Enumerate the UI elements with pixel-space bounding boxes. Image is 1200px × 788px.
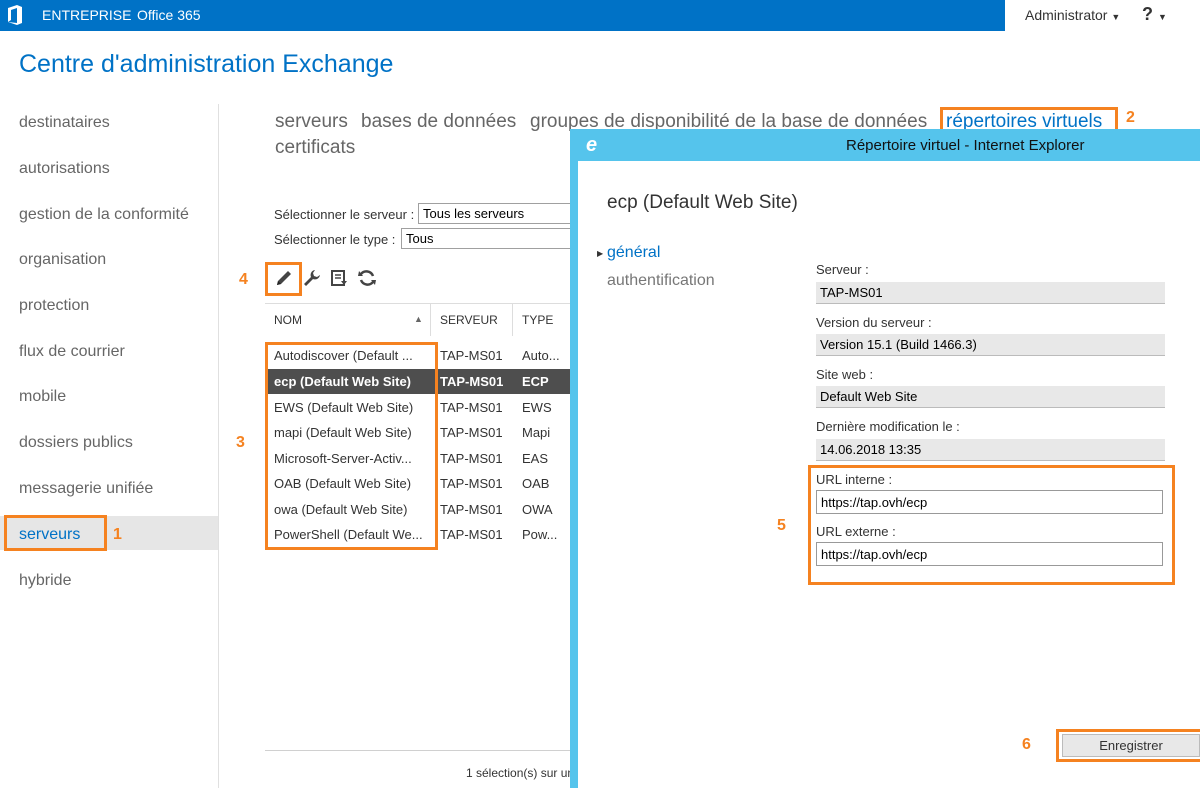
grid-header-top-border [265, 303, 570, 304]
annotation-number-4: 4 [239, 271, 248, 288]
annotation-number-1: 1 [113, 526, 122, 543]
annotation-number-3: 3 [236, 434, 245, 451]
website-label: Site web : [816, 367, 874, 382]
office365-link[interactable]: Office 365 [137, 7, 201, 23]
type-filter-select[interactable]: Tous [401, 228, 573, 249]
modified-label: Dernière modification le : [816, 419, 960, 434]
cell-type: Pow... [522, 527, 558, 542]
highlight-box-edit [265, 262, 302, 296]
help-menu[interactable]: ? ▼ [1142, 4, 1167, 25]
column-header-nom-label: NOM [274, 313, 302, 327]
dialog-nav-general[interactable]: général [607, 244, 660, 262]
tab-bases-de-donnees[interactable]: bases de données [361, 111, 516, 133]
status-divider [265, 750, 570, 751]
nav-item-hybride[interactable]: hybride [19, 572, 71, 590]
cell-server: TAP-MS01 [440, 476, 503, 491]
wrench-icon[interactable] [302, 268, 322, 288]
tab-serveurs[interactable]: serveurs [275, 111, 348, 133]
cell-type: EAS [522, 451, 549, 466]
column-header-type-label: TYPE [522, 313, 554, 327]
caret-right-icon: ▶ [597, 249, 604, 258]
server-filter-label: Sélectionner le serveur : [274, 207, 415, 222]
cell-server: TAP-MS01 [440, 502, 503, 517]
highlight-box-urls [808, 465, 1175, 585]
internet-explorer-icon: e [586, 134, 598, 156]
server-filter-select[interactable]: Tous les serveurs [418, 203, 573, 224]
server-label: Serveur : [816, 262, 869, 277]
website-value: Default Web Site [816, 386, 1165, 408]
cell-server: TAP-MS01 [440, 425, 503, 440]
virtual-directory-dialog: e Répertoire virtuel - Internet Explorer… [570, 129, 1200, 788]
nav-item-destinataires[interactable]: destinataires [19, 114, 110, 132]
nav-item-messagerie-unifiee[interactable]: messagerie unifiée [19, 480, 153, 498]
version-value: Version 15.1 (Build 1466.3) [816, 334, 1165, 356]
highlight-box-save [1056, 729, 1200, 762]
reset-icon[interactable] [329, 268, 349, 288]
cell-server: TAP-MS01 [440, 451, 503, 466]
cell-server: TAP-MS01 [440, 374, 504, 389]
cell-type: ECP [522, 374, 549, 389]
annotation-number-2: 2 [1126, 109, 1135, 126]
user-name: Administrator [1025, 7, 1108, 23]
sort-ascending-icon: ▲ [414, 314, 423, 324]
cell-type: EWS [522, 400, 552, 415]
modified-value: 14.06.2018 13:35 [816, 439, 1165, 461]
selection-status: 1 sélection(s) sur un [466, 766, 575, 780]
tab-certificats[interactable]: certificats [275, 137, 355, 159]
nav-item-dossiers-publics[interactable]: dossiers publics [19, 434, 133, 452]
nav-item-autorisations[interactable]: autorisations [19, 160, 110, 178]
cell-type: OAB [522, 476, 550, 491]
highlight-box-serveurs [4, 515, 107, 551]
user-area: Administrator ▼ ? ▼ [1005, 0, 1200, 31]
dialog-title: Répertoire virtuel - Internet Explorer [846, 137, 1085, 154]
chevron-down-icon: ▼ [1158, 12, 1167, 22]
user-menu[interactable]: Administrator ▼ [1025, 7, 1120, 23]
nav-item-flux-courrier[interactable]: flux de courrier [19, 343, 125, 361]
column-divider [430, 303, 431, 336]
office-logo-icon[interactable] [5, 4, 25, 26]
nav-item-mobile[interactable]: mobile [19, 388, 66, 406]
server-value: TAP-MS01 [816, 282, 1165, 304]
enterprise-link[interactable]: ENTREPRISE [42, 7, 131, 23]
nav-item-protection[interactable]: protection [19, 297, 89, 315]
cell-server: TAP-MS01 [440, 348, 503, 363]
page-title: Centre d'administration Exchange [19, 50, 394, 78]
top-bar: ENTREPRISE Office 365 Administrator ▼ ? … [0, 0, 1200, 31]
cell-type: Auto... [522, 348, 560, 363]
highlight-box-rows [265, 342, 438, 550]
dialog-heading: ecp (Default Web Site) [607, 192, 798, 213]
type-filter-label: Sélectionner le type : [274, 232, 396, 247]
column-header-serveur-label: SERVEUR [440, 313, 498, 327]
dialog-title-bar: e Répertoire virtuel - Internet Explorer [578, 129, 1200, 161]
annotation-number-6: 6 [1022, 736, 1031, 753]
cell-type: Mapi [522, 425, 551, 440]
column-divider [512, 303, 513, 336]
nav-item-conformite[interactable]: gestion de la conformité [19, 206, 189, 224]
dialog-nav-authentification[interactable]: authentification [607, 272, 715, 290]
nav-divider [218, 104, 219, 788]
help-icon: ? [1142, 4, 1153, 24]
cell-server: TAP-MS01 [440, 400, 503, 415]
refresh-icon[interactable] [357, 268, 377, 288]
cell-type: OWA [522, 502, 553, 517]
chevron-down-icon: ▼ [1111, 12, 1121, 22]
annotation-number-5: 5 [777, 517, 786, 534]
nav-item-organisation[interactable]: organisation [19, 251, 106, 269]
version-label: Version du serveur : [816, 315, 932, 330]
cell-server: TAP-MS01 [440, 527, 503, 542]
